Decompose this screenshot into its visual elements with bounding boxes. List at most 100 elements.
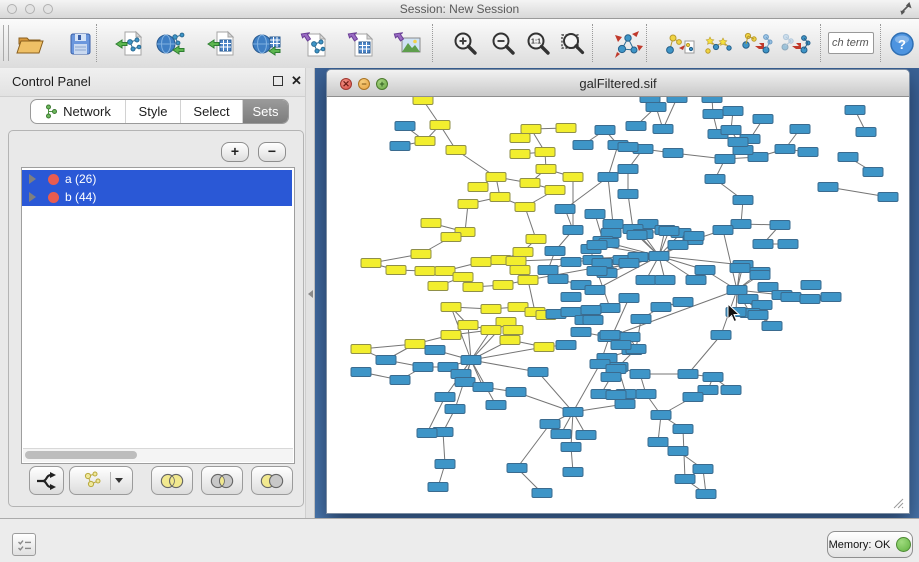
network-graph[interactable] xyxy=(328,97,906,504)
expand-triangle-icon[interactable] xyxy=(29,192,36,202)
graph-node xyxy=(673,425,693,434)
export-image-button[interactable] xyxy=(391,27,425,61)
graph-node xyxy=(601,373,621,382)
graph-node xyxy=(493,281,513,290)
venn-intersection-icon xyxy=(204,469,240,493)
graph-node xyxy=(411,250,431,259)
set-row-b[interactable]: b (44) xyxy=(22,188,292,206)
network-desktop: ✕ − + galFiltered.sif xyxy=(315,68,919,518)
graph-node xyxy=(721,126,741,135)
collapse-panel-arrow-icon[interactable] xyxy=(308,290,313,298)
create-set-from-network-button[interactable] xyxy=(69,466,133,495)
toolbar-grip[interactable] xyxy=(3,25,9,61)
graph-node xyxy=(473,383,493,392)
zoom-actual-size-button[interactable]: 1:1 xyxy=(521,27,555,61)
graph-node xyxy=(651,303,671,312)
graph-node xyxy=(603,220,623,229)
network-view-window[interactable]: ✕ − + galFiltered.sif xyxy=(326,69,910,514)
task-history-button[interactable] xyxy=(12,533,36,556)
graph-node xyxy=(790,125,810,134)
graph-node xyxy=(576,431,596,440)
new-network-from-selection-button[interactable] xyxy=(740,27,774,61)
network-window-titlebar[interactable]: ✕ − + galFiltered.sif xyxy=(327,70,909,97)
import-table-url-button[interactable] xyxy=(251,27,285,61)
import-table-icon xyxy=(207,29,237,59)
difference-sets-button[interactable] xyxy=(251,466,293,495)
save-floppy-icon xyxy=(65,29,95,59)
import-table-file-button[interactable] xyxy=(205,27,239,61)
graph-node xyxy=(458,321,478,330)
graph-node xyxy=(486,401,506,410)
tab-sets[interactable]: Sets xyxy=(243,100,288,123)
graph-node xyxy=(471,258,491,267)
zoom-in-icon xyxy=(450,29,480,59)
copy-network-to-sets-button[interactable] xyxy=(663,27,697,61)
graph-node xyxy=(540,420,560,429)
graph-node xyxy=(583,316,603,325)
graph-node xyxy=(733,196,753,205)
network-canvas[interactable] xyxy=(328,97,906,511)
export-network-button[interactable] xyxy=(298,27,332,61)
graph-node xyxy=(775,145,795,154)
graph-node xyxy=(351,368,371,377)
open-session-button[interactable] xyxy=(13,27,47,61)
float-panel-icon[interactable] xyxy=(273,76,283,86)
zoom-out-button[interactable] xyxy=(486,27,520,61)
toolbar-separator xyxy=(820,24,821,62)
graph-node xyxy=(713,226,733,235)
close-panel-icon[interactable]: ✕ xyxy=(291,73,302,89)
zoom-fit-button[interactable] xyxy=(556,27,590,61)
select-nodes-button[interactable] xyxy=(701,27,735,61)
tab-select[interactable]: Select xyxy=(181,100,243,123)
graph-node xyxy=(673,298,693,307)
graph-node xyxy=(801,281,821,290)
import-network-url-button[interactable] xyxy=(155,27,189,61)
graph-node xyxy=(428,282,448,291)
sets-panel: + − a (26) b (44) xyxy=(8,130,304,507)
toolbar-separator xyxy=(880,24,881,62)
intersect-sets-button[interactable] xyxy=(201,466,243,495)
remove-set-button[interactable]: − xyxy=(258,142,286,162)
graph-node xyxy=(693,465,713,474)
memory-status-button[interactable]: Memory: OK xyxy=(827,531,913,558)
graph-node xyxy=(563,226,583,235)
graph-node xyxy=(696,490,716,499)
graph-node xyxy=(640,97,660,103)
scrollbar-thumb[interactable] xyxy=(25,451,137,459)
split-set-button[interactable] xyxy=(29,466,64,495)
tab-style[interactable]: Style xyxy=(126,100,181,123)
window-resize-grip[interactable] xyxy=(892,497,904,509)
sets-from-network-icon xyxy=(664,29,696,59)
save-session-button[interactable] xyxy=(63,27,97,61)
graph-node xyxy=(646,103,666,112)
expand-triangle-icon[interactable] xyxy=(29,174,36,184)
tab-network-label: Network xyxy=(63,104,111,119)
graph-node xyxy=(703,373,723,382)
panel-splitter[interactable] xyxy=(305,68,315,518)
add-set-button[interactable]: + xyxy=(221,142,249,162)
union-sets-button[interactable] xyxy=(151,466,193,495)
help-button[interactable]: ? xyxy=(887,27,917,61)
graph-node xyxy=(503,326,523,335)
new-network-difference-button[interactable] xyxy=(778,27,812,61)
open-folder-icon xyxy=(15,29,45,59)
graph-node xyxy=(526,235,546,244)
set-color-dot xyxy=(48,174,59,185)
zoom-fit-icon xyxy=(558,29,588,59)
apply-layout-button[interactable] xyxy=(611,27,645,61)
graph-node xyxy=(838,153,858,162)
horizontal-scrollbar[interactable] xyxy=(23,448,293,462)
graph-node xyxy=(702,97,722,103)
search-input[interactable]: ch term xyxy=(828,32,874,54)
graph-node xyxy=(441,233,461,242)
graph-node xyxy=(430,121,450,130)
import-network-file-button[interactable] xyxy=(113,27,147,61)
graph-node xyxy=(619,259,639,268)
dropdown-arrow-icon[interactable] xyxy=(115,478,123,483)
tab-network[interactable]: Network xyxy=(31,100,126,123)
zoom-in-button[interactable] xyxy=(448,27,482,61)
fullscreen-arrows-icon[interactable] xyxy=(896,2,914,17)
export-table-button[interactable] xyxy=(345,27,379,61)
set-row-a[interactable]: a (26) xyxy=(22,170,292,188)
graph-node xyxy=(555,205,575,214)
